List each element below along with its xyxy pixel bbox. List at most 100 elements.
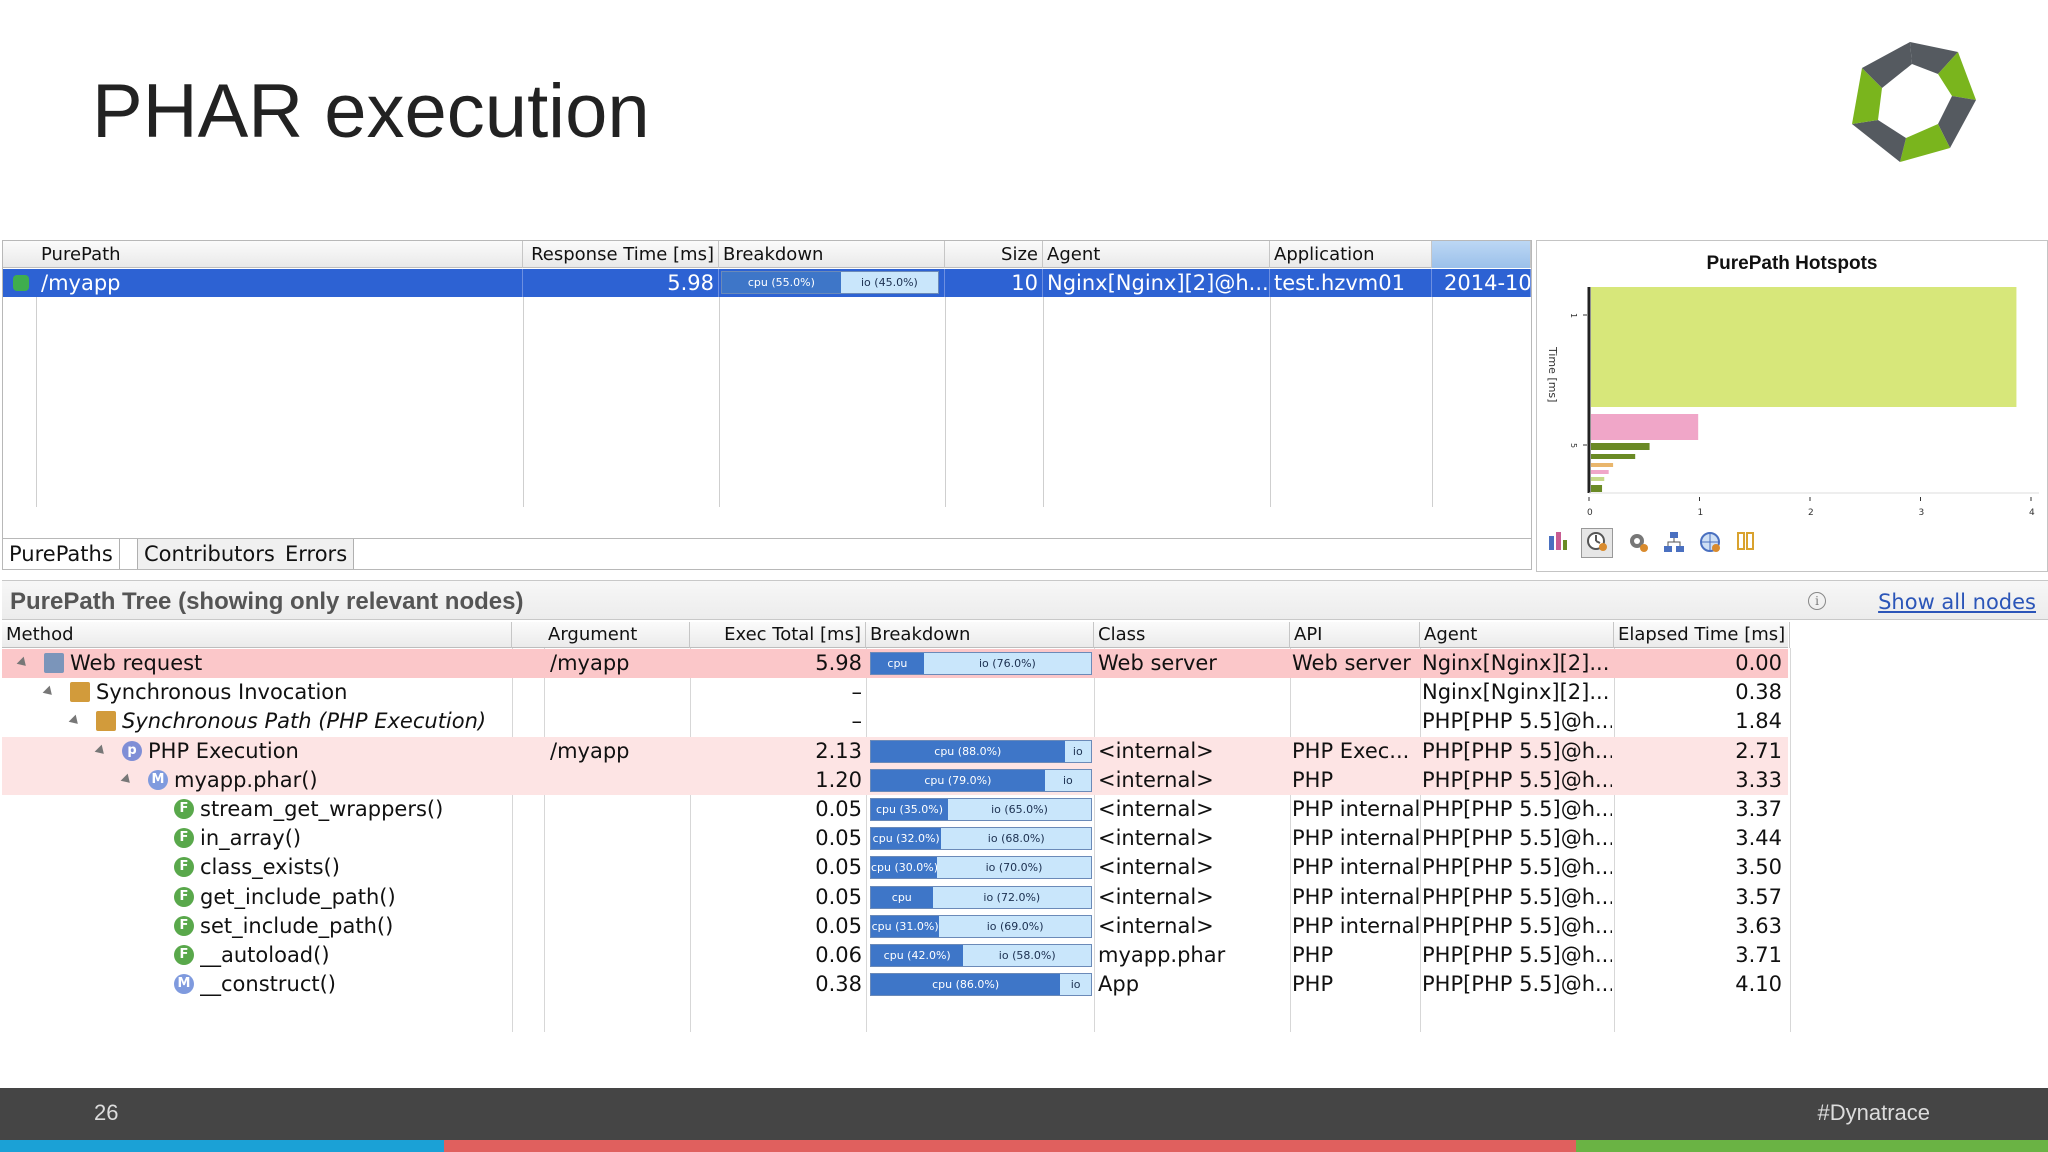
col-purepath[interactable]: PurePath	[37, 241, 523, 268]
method-name: Synchronous Invocation	[96, 680, 348, 705]
api: Web server	[1292, 651, 1411, 675]
argument: /myapp	[550, 651, 630, 675]
tab-contributors[interactable]: Contributors	[137, 539, 282, 569]
breakdown-bar: cpu (86.0%) io	[870, 973, 1092, 997]
col-api[interactable]: API	[1290, 622, 1420, 648]
col-elapsed-time[interactable]: Elapsed Time [ms]	[1614, 622, 1790, 648]
node-type-icon: F	[174, 915, 194, 936]
tree-row[interactable]: Fstream_get_wrappers() 0.05 cpu (35.0%) io …	[2, 795, 1788, 824]
expand-arrow-icon[interactable]	[68, 715, 82, 728]
dynatrace-logo	[1852, 42, 1976, 162]
gear-icon[interactable]	[1625, 530, 1651, 556]
tree-row[interactable]: Web request/myapp 5.98 cpu io (76.0%) Web se…	[2, 649, 1788, 678]
expand-arrow-icon[interactable]	[16, 656, 30, 670]
method-name: get_include_path()	[200, 884, 396, 909]
hotspots-chart: Time [ms]Exec [ms]0123415	[1546, 287, 2039, 518]
argument	[550, 678, 688, 707]
breakdown-cpu: cpu	[871, 886, 933, 908]
col-agent[interactable]: Agent	[1043, 241, 1270, 268]
argument	[550, 795, 688, 824]
tree-title: PurePath Tree (showing only relevant nod…	[10, 588, 524, 615]
footer-bar: 26 #Dynatrace	[0, 1088, 2048, 1140]
api: PHP Exec...	[1292, 738, 1410, 763]
tree-row[interactable]: Fget_include_path() 0.05 cpu io (72.0%) <int…	[2, 883, 1788, 912]
tree-row[interactable]: Synchronous Path (PHP Execution) – PHP[PHP…	[2, 707, 1788, 736]
hierarchy-icon[interactable]	[1661, 530, 1687, 556]
col-class[interactable]: Class	[1094, 622, 1290, 648]
breakdown-bar: cpu (55.0%) io (45.0%)	[721, 271, 939, 294]
page-number: 26	[94, 1100, 119, 1125]
tree-row[interactable]: Fin_array() 0.05 cpu (32.0%) io (68.0%) <int…	[2, 824, 1788, 853]
y-axis-label: Time [ms]	[1546, 346, 1559, 402]
breakdown-cpu: cpu (31.0%)	[871, 915, 940, 937]
show-all-nodes-link[interactable]: Show all nodes	[1878, 590, 2036, 614]
col-application[interactable]: Application	[1270, 241, 1432, 268]
col-agent[interactable]: Agent	[1420, 622, 1614, 648]
col-breakdown[interactable]: Breakdown	[866, 622, 1094, 648]
tree-row[interactable]: Mmyapp.phar() 1.20 cpu (79.0%) io <internal>…	[2, 765, 1788, 795]
col-divider	[1432, 297, 1433, 507]
exec-total: 0.38	[815, 972, 862, 997]
footer-stripe-green	[1576, 1140, 2048, 1152]
tree-row[interactable]: Fclass_exists() 0.05 cpu (30.0%) io (70.0%)…	[2, 853, 1788, 882]
clock-icon[interactable]	[1581, 528, 1613, 558]
expand-arrow-icon[interactable]	[42, 685, 56, 699]
elapsed-time: 3.71	[1735, 943, 1782, 967]
breakdown-io: io (45.0%)	[861, 276, 918, 289]
api: PHP internal	[1292, 913, 1420, 938]
col-divider	[945, 297, 946, 507]
breakdown-cpu: cpu (32.0%)	[871, 828, 942, 850]
elapsed-time: 3.50	[1735, 855, 1782, 880]
exec-total: 0.05	[815, 913, 862, 938]
network-icon[interactable]	[1697, 530, 1723, 556]
expand-arrow-icon[interactable]	[120, 773, 134, 787]
x-tick-label: 1	[1698, 508, 1704, 518]
elapsed-time: 2.71	[1735, 738, 1782, 763]
tree-row[interactable]: p PHP Execution/myapp 2.13 cpu (88.0%) io <in…	[2, 736, 1788, 766]
tree-row[interactable]: M __construct() 0.38 cpu (86.0%) io App PHP PHP…	[2, 970, 1788, 999]
breakdown-io: io (68.0%)	[987, 832, 1045, 846]
agent: PHP[PHP 5.5]@h...	[1422, 913, 1612, 938]
x-tick-label: 4	[2029, 508, 2035, 518]
col-method[interactable]: Method	[2, 622, 512, 648]
col-argument[interactable]: Argument	[544, 622, 690, 648]
tab-errors[interactable]: Errors	[279, 539, 355, 569]
class: <internal>	[1098, 797, 1214, 821]
breakdown-io: io (72.0%)	[983, 890, 1041, 904]
class: <internal>	[1098, 884, 1214, 909]
footer-hashtag: #Dynatrace	[1817, 1100, 1930, 1125]
y-tick-label: 1	[1569, 313, 1578, 318]
col-exec-total[interactable]: Exec Total [ms]	[690, 622, 866, 648]
expand-arrow-icon[interactable]	[94, 744, 108, 757]
breakdown-cpu: cpu (79.0%)	[871, 769, 1045, 791]
purepath-agent: Nginx[Nginx][2]@h...	[1043, 269, 1270, 297]
bar-chart-icon[interactable]	[1545, 530, 1571, 556]
tree-row[interactable]: F __autoload() 0.06 cpu (42.0%) io (58.0%) my…	[2, 941, 1788, 970]
class: App	[1098, 972, 1140, 997]
api: PHP	[1292, 767, 1334, 792]
argument	[550, 824, 688, 853]
columns-icon[interactable]	[1733, 530, 1759, 556]
tab-purepaths[interactable]: PurePaths	[3, 539, 120, 569]
tree-row[interactable]: Synchronous Invocation – Nginx[Nginx][2]..…	[2, 678, 1788, 707]
class: <internal>	[1098, 738, 1214, 763]
hotspot-bar	[1591, 414, 1699, 440]
col-size[interactable]: Size	[945, 241, 1043, 268]
argument: /myapp	[550, 738, 630, 763]
breakdown-cpu: cpu (55.0%)	[722, 272, 841, 293]
col-breakdown[interactable]: Breakdown	[719, 241, 945, 268]
argument	[550, 766, 688, 795]
tree-row[interactable]: Fset_include_path() 0.05 cpu (31.0%) io (69…	[2, 912, 1788, 941]
purepath-row-selected[interactable]: /myapp 5.98 cpu (55.0%) io (45.0%) 10 Ng…	[3, 269, 1531, 297]
purepath-size: 10	[945, 269, 1043, 297]
col-divider	[36, 297, 37, 507]
col-response-time[interactable]: Response Time [ms]	[523, 241, 719, 268]
method-name: __construct()	[200, 972, 336, 997]
breakdown-cpu: cpu (35.0%)	[871, 799, 948, 820]
method-name: Synchronous Path (PHP Execution)	[122, 709, 487, 734]
api: PHP internal	[1292, 797, 1420, 821]
col-start-time[interactable]	[1432, 241, 1531, 268]
elapsed-time: 3.37	[1735, 797, 1782, 821]
exec-total: 0.05	[815, 826, 862, 851]
slide-title: PHAR execution	[92, 69, 650, 154]
